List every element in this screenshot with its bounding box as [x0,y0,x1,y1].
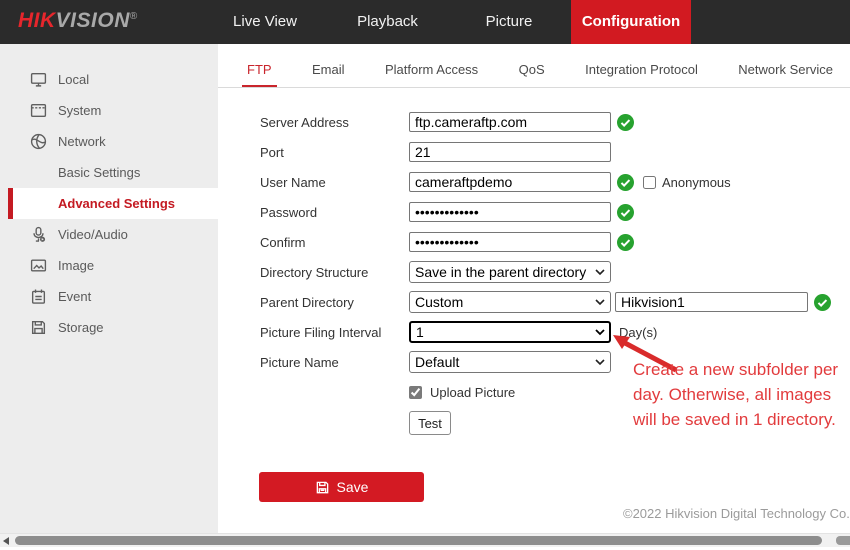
hikvision-config-app: HIKVISION® Live View Playback Picture Co… [0,0,850,550]
sidebar-item-label: Local [58,72,89,87]
picture-filing-interval-selectwrap: 1 [409,321,611,343]
upload-picture-label: Upload Picture [430,385,515,400]
test-button[interactable]: Test [409,411,451,435]
calendar-icon [30,288,47,305]
password-input[interactable] [409,202,611,222]
sidebar: Local System Network Basic Settings Adva… [0,44,218,533]
logo-hik: HIK [18,9,56,32]
confirm-password-input[interactable] [409,232,611,252]
server-address-input[interactable] [409,112,611,132]
directory-structure-label: Directory Structure [260,265,409,280]
password-row: Password [260,197,850,227]
logo-registered-mark: ® [130,11,138,22]
sidebar-item-label: Video/Audio [58,227,128,242]
sidebar-item-storage[interactable]: Storage [0,312,218,343]
directory-structure-selectwrap: Save in the parent directory [409,261,611,283]
ftp-settings-form: Server Address Port User Name Anonymous [260,107,850,502]
picture-filing-interval-select[interactable]: 1 [409,321,611,343]
valid-check-icon [617,174,634,191]
valid-check-icon [617,204,634,221]
sidebar-item-local[interactable]: Local [0,64,218,95]
picture-name-selectwrap: Default [409,351,611,373]
tab-ftp[interactable]: FTP [242,62,277,87]
nav-picture[interactable]: Picture [464,0,554,44]
sidebar-item-video-audio[interactable]: Video/Audio [0,219,218,250]
nav-playback[interactable]: Playback [340,0,435,44]
port-input[interactable] [409,142,611,162]
save-button[interactable]: Save [259,472,424,502]
server-address-label: Server Address [260,115,409,130]
sidebar-item-label: Event [58,289,91,304]
picture-filing-interval-row: Picture Filing Interval 1 Day(s) [260,317,850,347]
copyright-footer: ©2022 Hikvision Digital Technology Co., … [623,506,850,521]
password-label: Password [260,205,409,220]
confirm-row: Confirm [260,227,850,257]
scroll-left-arrow-icon[interactable] [3,537,9,545]
save-icon [315,480,330,495]
sidebar-item-label: Advanced Settings [58,196,175,211]
scrollbar-thumb[interactable] [15,536,822,545]
nav-live-view[interactable]: Live View [215,0,315,44]
annotation-note: Create a new subfolder per day. Otherwis… [633,357,849,432]
port-label: Port [260,145,409,160]
valid-check-icon [617,114,634,131]
monitor-icon [30,71,47,88]
tab-platform-access[interactable]: Platform Access [380,62,483,87]
sidebar-item-image[interactable]: Image [0,250,218,281]
picture-name-label: Picture Name [260,355,409,370]
tab-network-service[interactable]: Network Service [733,62,838,87]
confirm-label: Confirm [260,235,409,250]
sidebar-item-label: Basic Settings [58,165,140,180]
main-content: FTP Email Platform Access QoS Integratio… [218,44,850,533]
sidebar-item-label: Network [58,134,106,149]
nav-configuration[interactable]: Configuration [571,0,691,44]
logo-vision: VISION [56,9,130,32]
sidebar-item-network[interactable]: Network [0,126,218,157]
sidebar-item-label: System [58,103,101,118]
scrollbar-corner [836,536,850,545]
sidebar-item-system[interactable]: System [0,95,218,126]
tab-integration-protocol[interactable]: Integration Protocol [580,62,703,87]
tab-email[interactable]: Email [307,62,350,87]
anonymous-option: Anonymous [643,175,731,190]
user-name-label: User Name [260,175,409,190]
sidebar-item-label: Image [58,258,94,273]
globe-icon [30,133,47,150]
parent-directory-custom-input[interactable] [615,292,808,312]
hikvision-logo: HIKVISION® [18,9,138,33]
microphone-icon [30,226,47,243]
sidebar-item-advanced-settings[interactable]: Advanced Settings [8,188,218,219]
image-icon [30,257,47,274]
storage-icon [30,319,47,336]
valid-check-icon [617,234,634,251]
parent-directory-select[interactable]: Custom [409,291,611,313]
user-name-input[interactable] [409,172,611,192]
sidebar-item-basic-settings[interactable]: Basic Settings [0,157,218,188]
horizontal-scrollbar[interactable] [0,533,850,547]
directory-structure-row: Directory Structure Save in the parent d… [260,257,850,287]
parent-directory-label: Parent Directory [260,295,409,310]
valid-check-icon [814,294,831,311]
picture-filing-interval-label: Picture Filing Interval [260,325,409,340]
window-icon [30,102,47,119]
save-button-label: Save [337,479,369,495]
settings-tabs: FTP Email Platform Access QoS Integratio… [218,44,850,88]
user-name-row: User Name Anonymous [260,167,850,197]
top-bar: HIKVISION® Live View Playback Picture Co… [0,0,850,44]
anonymous-checkbox[interactable] [643,176,656,189]
picture-name-select[interactable]: Default [409,351,611,373]
directory-structure-select[interactable]: Save in the parent directory [409,261,611,283]
anonymous-label: Anonymous [662,175,731,190]
server-address-row: Server Address [260,107,850,137]
tab-qos[interactable]: QoS [514,62,550,87]
sidebar-item-event[interactable]: Event [0,281,218,312]
upload-picture-checkbox[interactable] [409,386,422,399]
sidebar-item-label: Storage [58,320,104,335]
parent-directory-row: Parent Directory Custom [260,287,850,317]
port-row: Port [260,137,850,167]
parent-directory-selectwrap: Custom [409,291,611,313]
